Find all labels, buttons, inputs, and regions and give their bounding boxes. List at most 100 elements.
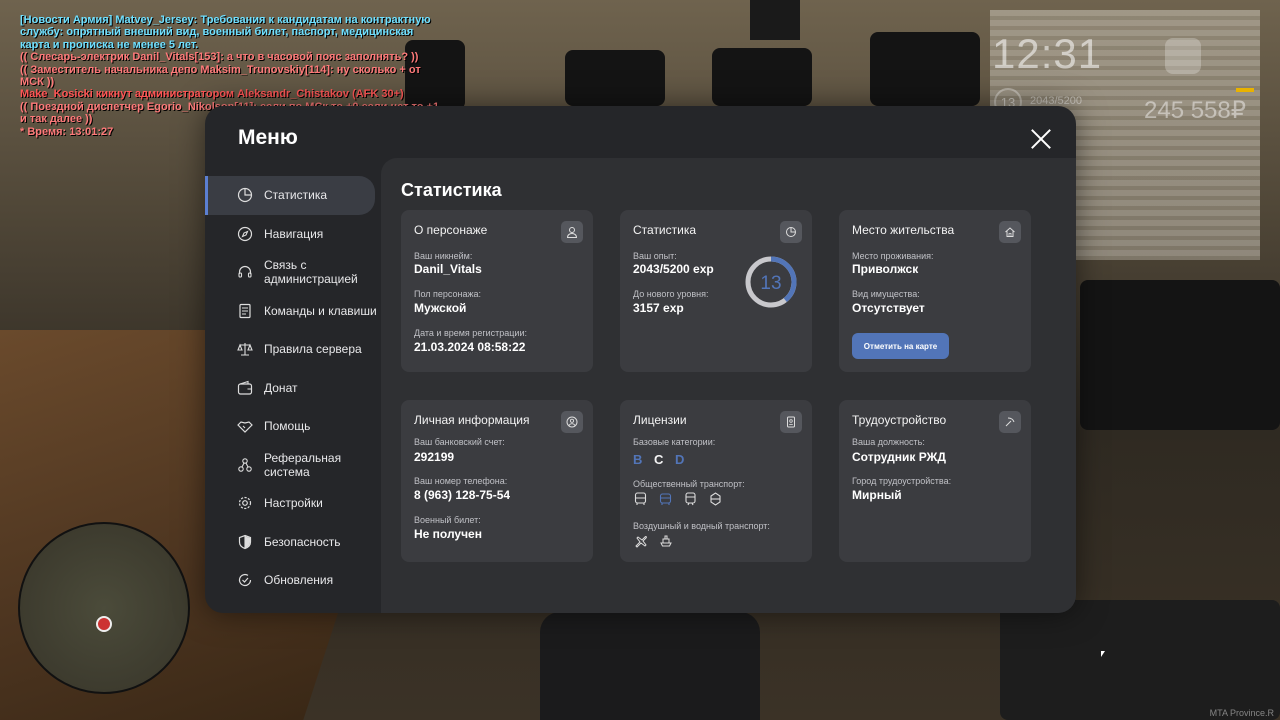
wallet-icon: [237, 380, 253, 396]
card-residence: Место жительства Место проживания: Приво…: [839, 210, 1031, 372]
document-icon: [237, 303, 253, 319]
level-ring: 13: [745, 256, 797, 308]
scene-chair: [1080, 280, 1280, 430]
sidebar-item-4[interactable]: Команды и клавиши: [205, 292, 381, 331]
exp-value: 2043/5200 exp: [633, 262, 714, 276]
chat-line: Make_Kosicki кикнут администратором Alek…: [20, 88, 404, 101]
property-label: Вид имущества:: [852, 289, 920, 299]
property-value: Отсутствует: [852, 301, 925, 315]
card-stats: Статистика Ваш опыт: 2043/5200 exp До но…: [620, 210, 812, 372]
nick-label: Ваш никнейм:: [414, 251, 473, 261]
sidebar-item-label: Команды и клавиши: [264, 303, 377, 318]
train-icon: [683, 491, 698, 506]
card-employment: Трудоустройство Ваша должность: Сотрудни…: [839, 400, 1031, 562]
sidebar-item-label: Правила сервера: [264, 342, 362, 357]
sidebar-item-label: Статистика: [264, 188, 328, 203]
nick-value: Danil_Vitals: [414, 262, 482, 276]
sidebar-item-11[interactable]: Обновления: [205, 561, 381, 600]
network-icon: [237, 457, 253, 473]
public-transport-icons: [633, 491, 723, 506]
exp-label: Ваш опыт:: [633, 251, 677, 261]
card-personal: Личная информация Ваш банковский счет: 2…: [401, 400, 593, 562]
sidebar-item-5[interactable]: Правила сервера: [205, 330, 381, 369]
reg-label: Дата и время регистрации:: [414, 328, 527, 338]
gender-label: Пол персонажа:: [414, 289, 482, 299]
headset-icon: [237, 264, 253, 280]
bank-value: 292199: [414, 450, 455, 464]
user-circle-icon: [561, 411, 583, 433]
chat-line: (( Слесарь-электрик Danil_Vitals[153]: а…: [20, 51, 419, 64]
ship-icon: [658, 533, 673, 548]
sidebar-item-10[interactable]: Безопасность: [205, 523, 381, 562]
bus-icon: [633, 491, 648, 506]
watermark: MTA Province.R: [1209, 708, 1274, 718]
position-value: Сотрудник РЖД: [852, 450, 946, 464]
mark-on-map-button[interactable]: Отметить на карте: [852, 333, 949, 359]
pie-chart-icon: [780, 221, 802, 243]
public-transport-label: Общественный транспорт:: [633, 479, 745, 489]
hud-clock: 12:31: [992, 30, 1103, 77]
scene-sofa: [1000, 600, 1280, 720]
bank-label: Ваш банковский счет:: [414, 437, 505, 447]
phone-value: 8 (963) 128-75-54: [414, 488, 511, 502]
sidebar-item-label: Настройки: [264, 496, 323, 511]
sidebar-item-3[interactable]: Связь с администрацией: [205, 253, 381, 292]
minimap: [18, 522, 190, 694]
home-icon: [999, 221, 1021, 243]
sidebar-item-7[interactable]: Помощь: [205, 407, 381, 446]
scene-chair: [870, 32, 980, 106]
chat-line: [Новости Армия] Matvey_Jersey: Требовани…: [20, 14, 434, 51]
scene-person: [750, 0, 800, 40]
position-label: Ваша должность:: [852, 437, 925, 447]
trolleybus-icon: [658, 491, 673, 506]
sidebar-item-1[interactable]: Статистика: [205, 176, 375, 215]
military-value: Не получен: [414, 527, 482, 541]
card-title: Место жительства: [852, 223, 955, 237]
work-city-value: Мирный: [852, 488, 902, 502]
scene-chair: [712, 48, 812, 106]
sidebar-item-9[interactable]: Настройки: [205, 484, 381, 523]
phone-label: Ваш номер телефона:: [414, 476, 508, 486]
sidebar-item-2[interactable]: Навигация: [205, 215, 381, 254]
next-level-label: До нового уровня:: [633, 289, 709, 299]
card-title: О персонаже: [414, 223, 488, 237]
card-title: Статистика: [633, 223, 697, 237]
sidebar-item-label: Донат: [264, 380, 298, 395]
place-label: Место проживания:: [852, 251, 934, 261]
chat-line: (( Заместитель начальника депо Maksim_Tr…: [20, 63, 424, 89]
hud-money: 245 558₽: [1144, 97, 1247, 124]
next-level-value: 3157 exp: [633, 301, 684, 315]
menu-window: Меню Статистика Навигация Связь с админист…: [205, 106, 1076, 613]
category-d: D: [675, 452, 685, 467]
base-categories-label: Базовые категории:: [633, 437, 716, 447]
shield-icon: [237, 534, 253, 550]
scene-person: [540, 612, 760, 720]
close-button[interactable]: [1030, 128, 1052, 150]
airplane-icon: [633, 533, 648, 548]
sidebar-item-6[interactable]: Донат: [205, 369, 381, 408]
sidebar-item-label: Реферальная система: [264, 450, 342, 479]
card-licenses: Лицензии Базовые категории: B C D Общест…: [620, 400, 812, 562]
card-title: Личная информация: [414, 413, 530, 427]
stats-content: Статистика О персонаже Ваш никнейм: Dani…: [381, 158, 1076, 613]
sidebar-item-label: Помощь: [264, 419, 311, 434]
place-value: Приволжск: [852, 262, 919, 276]
pie-chart-icon: [237, 187, 253, 203]
work-city-label: Город трудоустройства:: [852, 476, 952, 486]
gender-value: Мужской: [414, 301, 467, 315]
card-character: О персонаже Ваш никнейм: Danil_Vitals По…: [401, 210, 593, 372]
player-marker-icon: [96, 616, 112, 632]
menu-title: Меню: [238, 126, 298, 149]
reg-value: 21.03.2024 08:58:22: [414, 340, 526, 354]
fist-icon: [1165, 38, 1201, 74]
sidebar-item-label: Обновления: [264, 573, 334, 588]
hud-health-bar: [1236, 88, 1254, 92]
handshake-icon: [237, 418, 253, 434]
military-label: Военный билет:: [414, 515, 481, 525]
air-water-label: Воздушный и водный транспорт:: [633, 521, 770, 531]
sidebar-item-8[interactable]: Реферальная система: [205, 446, 381, 485]
cursor-icon: [1101, 651, 1105, 657]
air-water-icons: [633, 533, 673, 548]
refresh-check-icon: [237, 572, 253, 588]
category-b: B: [633, 452, 643, 467]
